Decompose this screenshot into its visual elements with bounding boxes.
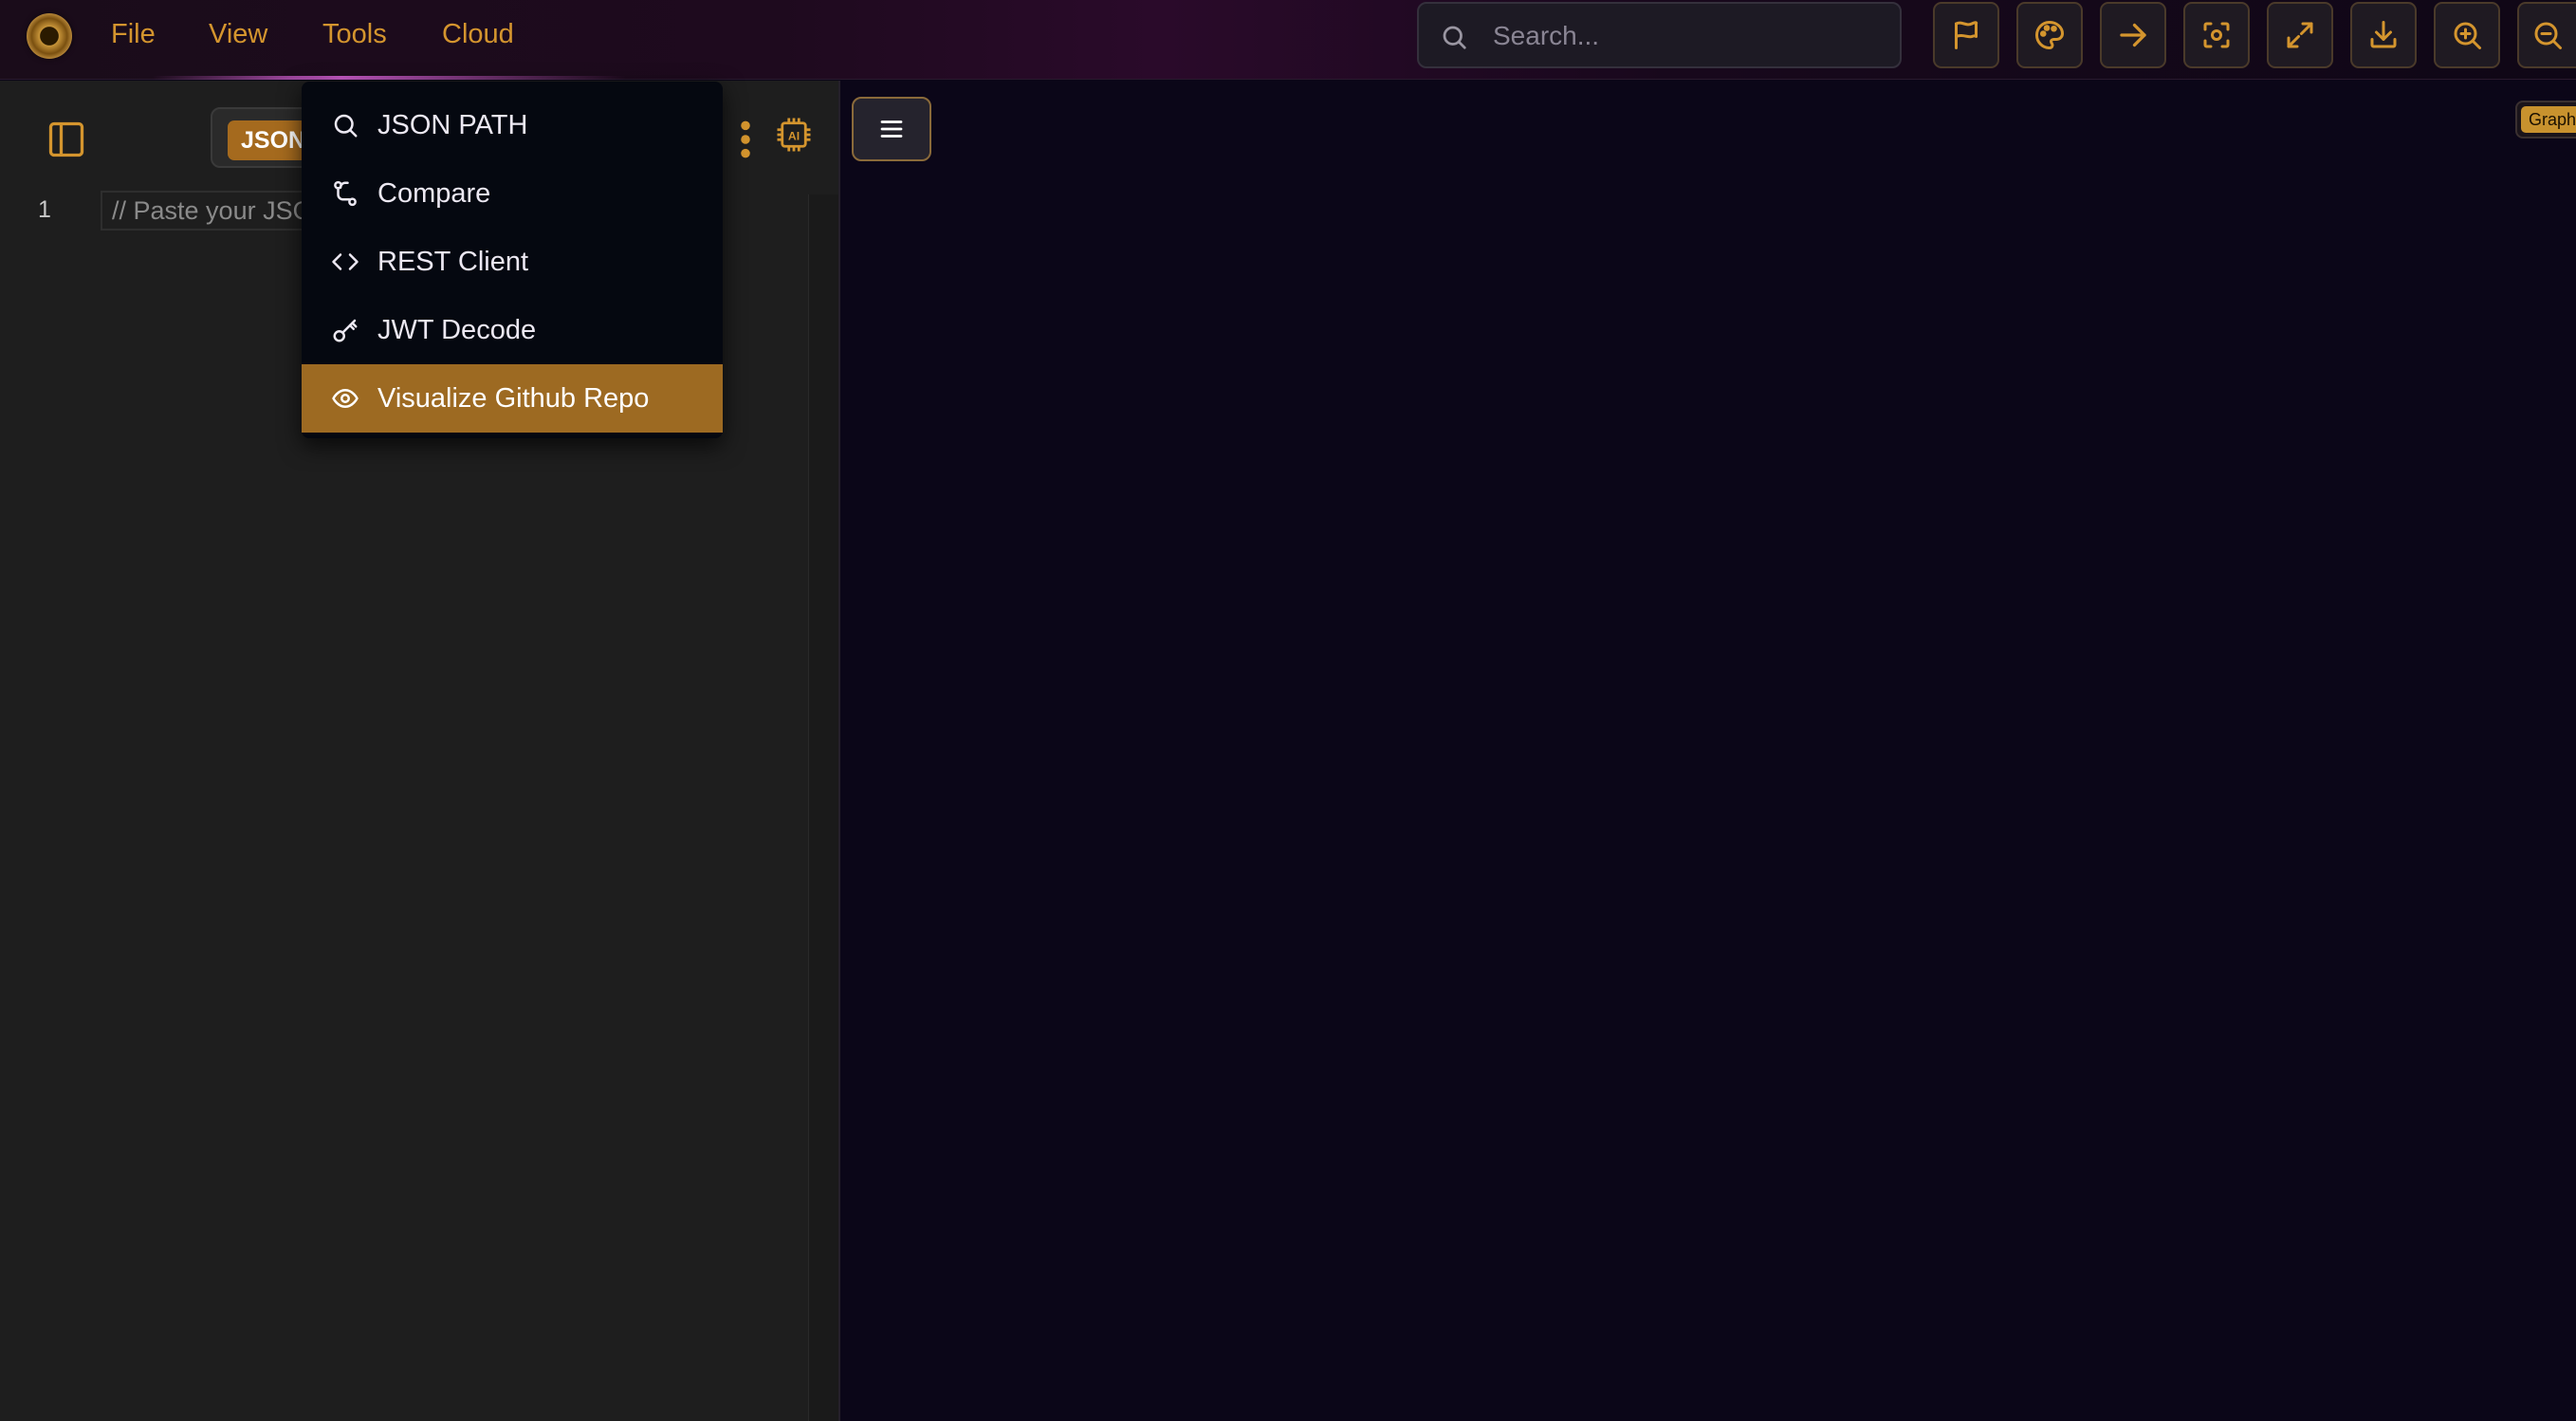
more-vertical-icon [741, 120, 750, 158]
search-icon [1443, 26, 1466, 49]
zoom-in-icon [2454, 22, 2481, 49]
direction-button[interactable] [2100, 2, 2166, 68]
menu-icon [880, 120, 903, 138]
tools-item-visualize-github-repo[interactable]: Visualize Github Repo [302, 364, 723, 433]
key-icon [330, 315, 360, 345]
tools-dropdown: JSON PATH Compare REST Client JWT Decode… [302, 82, 723, 438]
ai-button[interactable]: AI [774, 115, 814, 159]
menu-view[interactable]: View [209, 19, 267, 50]
download-button[interactable] [2350, 2, 2417, 68]
search-icon [330, 110, 360, 140]
fit-view-button[interactable] [2267, 2, 2333, 68]
theme-button[interactable] [2016, 2, 2083, 68]
tools-item-label: REST Client [377, 246, 529, 277]
tools-item-json-path[interactable]: JSON PATH [302, 91, 723, 159]
sidebar-toggle-button[interactable] [46, 119, 87, 165]
tools-item-rest-client[interactable]: REST Client [302, 228, 723, 296]
git-compare-icon [330, 178, 360, 209]
arrow-right-icon [2120, 23, 2146, 47]
flag-button[interactable] [1933, 2, 1999, 68]
tools-item-jwt-decode[interactable]: JWT Decode [302, 296, 723, 364]
line-number: 1 [38, 196, 51, 223]
editor-placeholder[interactable]: // Paste your JSON here [101, 191, 319, 231]
menu-cloud[interactable]: Cloud [442, 19, 514, 50]
search-input[interactable] [1493, 15, 1882, 57]
zoom-out-button[interactable] [2517, 2, 2576, 68]
search-box [1417, 2, 1902, 68]
palette-icon [2035, 20, 2065, 50]
flag-icon [1955, 21, 1978, 49]
tools-item-label: Compare [377, 177, 491, 209]
code-icon [330, 247, 360, 277]
tools-item-label: JWT Decode [377, 314, 537, 345]
app-logo-icon[interactable] [27, 13, 72, 59]
menu-tools[interactable]: Tools [322, 19, 387, 50]
top-bar: File View Tools Cloud [0, 0, 2576, 80]
expand-icon [2287, 22, 2313, 48]
tools-item-label: Visualize Github Repo [377, 382, 650, 414]
zoom-out-icon [2534, 22, 2562, 49]
eye-icon [330, 383, 360, 414]
tools-item-compare[interactable]: Compare [302, 159, 723, 228]
focus-button[interactable] [2183, 2, 2250, 68]
sidebar-icon [48, 121, 84, 157]
ai-chip-icon: AI [777, 118, 811, 152]
more-options-button[interactable] [734, 119, 757, 165]
graph-menu-button[interactable] [852, 97, 931, 161]
graph-canvas[interactable] [840, 81, 2576, 1421]
svg-text:AI: AI [788, 129, 800, 142]
tools-item-label: JSON PATH [377, 109, 528, 140]
menu-file[interactable]: File [111, 19, 156, 50]
focus-icon [2203, 22, 2230, 48]
zoom-in-button[interactable] [2434, 2, 2500, 68]
download-icon [2370, 21, 2397, 48]
view-mode-badge[interactable]: Graph [2515, 101, 2576, 138]
menu-underline-glow [152, 76, 626, 80]
editor-scrollbar[interactable] [808, 194, 838, 1421]
view-mode-label: Graph [2521, 106, 2576, 133]
